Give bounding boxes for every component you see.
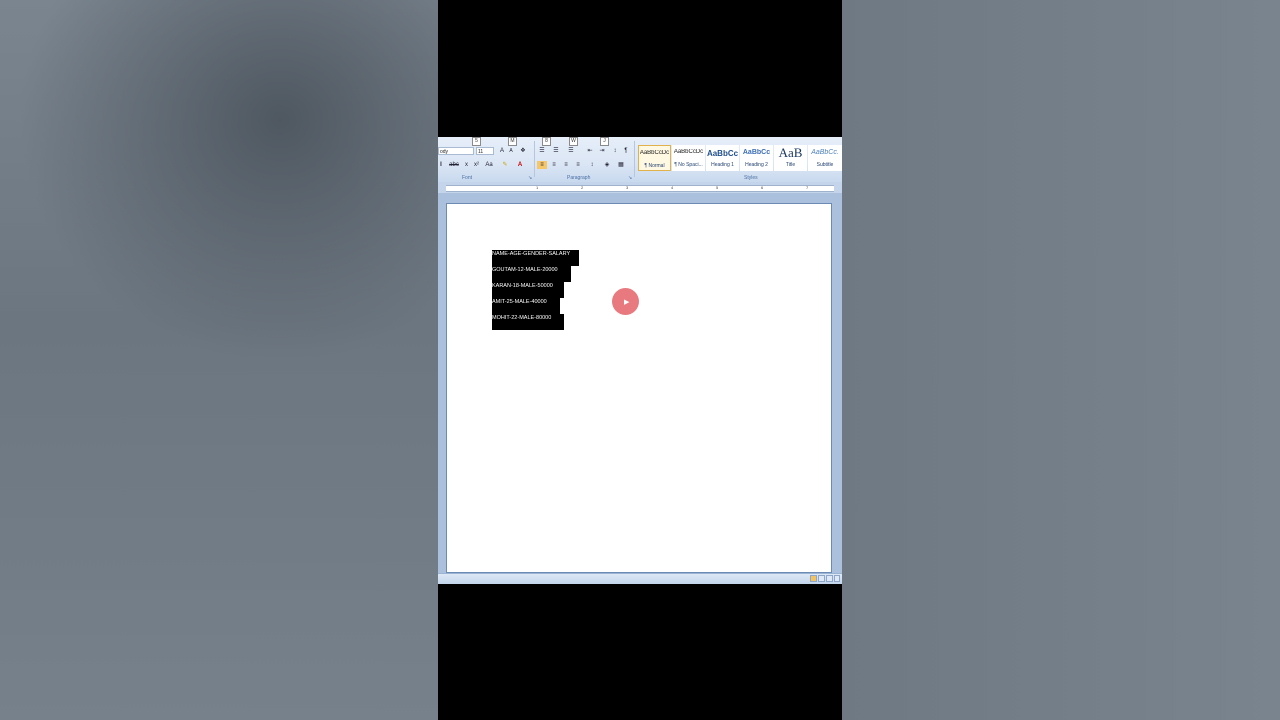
style-sample: AaBbCc. [811,149,839,156]
style-sample: AaBbCcDc [639,150,670,156]
ruler-number: 5 [716,185,719,190]
selected-text-line[interactable]: MOHIT-22-MALE-80000 [492,314,564,330]
style-sample: AaBbCcDc [673,149,704,155]
style-name: Heading 1 [711,162,734,168]
style-sample: AaB [778,145,803,160]
style-name: ¶ No Spaci... [674,162,703,168]
outline-view-icon[interactable] [834,575,840,582]
clear-format-icon[interactable]: ❖ [518,147,528,155]
justify-icon[interactable]: ≡ [573,161,583,169]
keytips-row: 5 M 8 W J [438,137,842,146]
web-layout-view-icon[interactable] [826,575,833,582]
full-screen-view-icon[interactable] [818,575,825,582]
selected-text-line[interactable]: KARAN-18-MALE-50000 [492,282,564,298]
style-normal[interactable]: AaBbCcDc ¶ Normal [638,145,671,171]
blurred-background-right [842,0,1280,720]
shading-icon[interactable]: ◈ [602,161,612,169]
group-labels: Font ↘ Paragraph ↘ Styles [438,175,842,182]
style-subtitle[interactable]: AaBbCc. Subtitle [808,145,842,171]
strikethrough-icon[interactable]: abc [448,161,460,169]
selected-text-line[interactable]: NAME-AGE-GENDER-SALARY [492,250,579,266]
keytip: 8 [542,137,551,146]
font-size-box[interactable]: 11 [476,147,494,155]
line-text: NAME-AGE-GENDER-SALARY [492,251,571,257]
blurred-background-left [0,0,438,720]
horizontal-ruler[interactable]: 1 2 3 4 5 6 7 [438,182,842,193]
print-layout-view-icon[interactable] [810,575,817,582]
ruler-number: 3 [626,185,629,190]
line-spacing-icon[interactable]: ↕ [587,161,597,169]
style-no-spacing[interactable]: AaBbCcDc ¶ No Spaci... [672,145,705,171]
ruler-number: 6 [761,185,764,190]
ruler-number: 4 [671,185,674,190]
numbering-icon[interactable]: ☰ [551,147,561,155]
mouse-pointer-icon: ▶ [624,299,630,306]
keytip: M [508,137,517,146]
group-label-font: Font [462,175,473,181]
ribbon: 5 M 8 W J ody 11 A A ❖ I abc x x² Aa ✎ A… [438,137,842,183]
subscript-icon[interactable]: x [463,161,470,169]
sort-icon[interactable]: ↕ [610,147,620,155]
video-frame: 5 M 8 W J ody 11 A A ❖ I abc x x² Aa ✎ A… [438,0,842,720]
increase-indent-icon[interactable]: ⇥ [597,147,607,155]
group-separator [634,141,635,177]
ruler-number: 1 [536,185,539,190]
group-separator [534,141,535,177]
ruler-strip: 1 2 3 4 5 6 7 [446,185,834,192]
font-color-icon[interactable]: A [516,161,524,169]
style-name: Heading 2 [745,162,768,168]
keytip: 5 [472,137,481,146]
underline-icon[interactable]: I [438,161,444,169]
style-name: ¶ Normal [644,163,665,169]
line-text: KARAN-18-MALE-50000 [492,283,553,289]
document-page[interactable]: NAME-AGE-GENDER-SALARY GOUTAM-12-MALE-20… [446,203,832,573]
show-formatting-icon[interactable]: ¶ [622,147,630,155]
document-area: NAME-AGE-GENDER-SALARY GOUTAM-12-MALE-20… [438,193,842,573]
style-name: Subtitle [816,162,834,168]
bullets-icon[interactable]: ☰ [537,147,547,155]
change-case-icon[interactable]: Aa [484,161,494,169]
keytip: J [600,137,609,146]
line-text: MOHIT-22-MALE-80000 [492,315,552,321]
style-heading-2[interactable]: AaBbCc Heading 2 [740,145,773,171]
style-sample: AaBbCc [706,149,739,158]
style-title[interactable]: AaB Title [774,145,807,171]
keytip: W [569,137,578,146]
align-left-icon[interactable]: ≡ [537,161,547,169]
multilevel-list-icon[interactable]: ☰ [566,147,576,155]
superscript-icon[interactable]: x² [473,161,480,169]
selected-text-line[interactable]: AMIT-25-MALE-40000 [492,298,560,314]
paragraph-dialog-launcher-icon[interactable]: ↘ [628,175,632,182]
borders-icon[interactable]: ▦ [616,161,626,169]
ruler-number: 2 [581,185,584,190]
line-text: AMIT-25-MALE-40000 [492,299,547,305]
line-text: GOUTAM-12-MALE-20000 [492,267,558,273]
highlight-color-icon[interactable]: ✎ [500,161,510,169]
style-sample: AaBbCc [742,149,771,156]
align-center-icon[interactable]: ≡ [549,161,559,169]
shrink-font-icon[interactable]: A [507,147,515,155]
align-right-icon[interactable]: ≡ [561,161,571,169]
font-dialog-launcher-icon[interactable]: ↘ [528,175,532,182]
status-bar [438,573,842,584]
group-label-paragraph: Paragraph [567,175,591,181]
decrease-indent-icon[interactable]: ⇤ [585,147,595,155]
ruler-number: 7 [806,185,809,190]
font-name-box[interactable]: ody [438,147,474,155]
style-heading-1[interactable]: AaBbCc Heading 1 [706,145,739,171]
selected-text-line[interactable]: GOUTAM-12-MALE-20000 [492,266,571,282]
grow-font-icon[interactable]: A [498,147,506,155]
style-name: Title [785,162,796,168]
group-label-styles: Styles [744,175,758,181]
word-window: 5 M 8 W J ody 11 A A ❖ I abc x x² Aa ✎ A… [438,137,842,584]
